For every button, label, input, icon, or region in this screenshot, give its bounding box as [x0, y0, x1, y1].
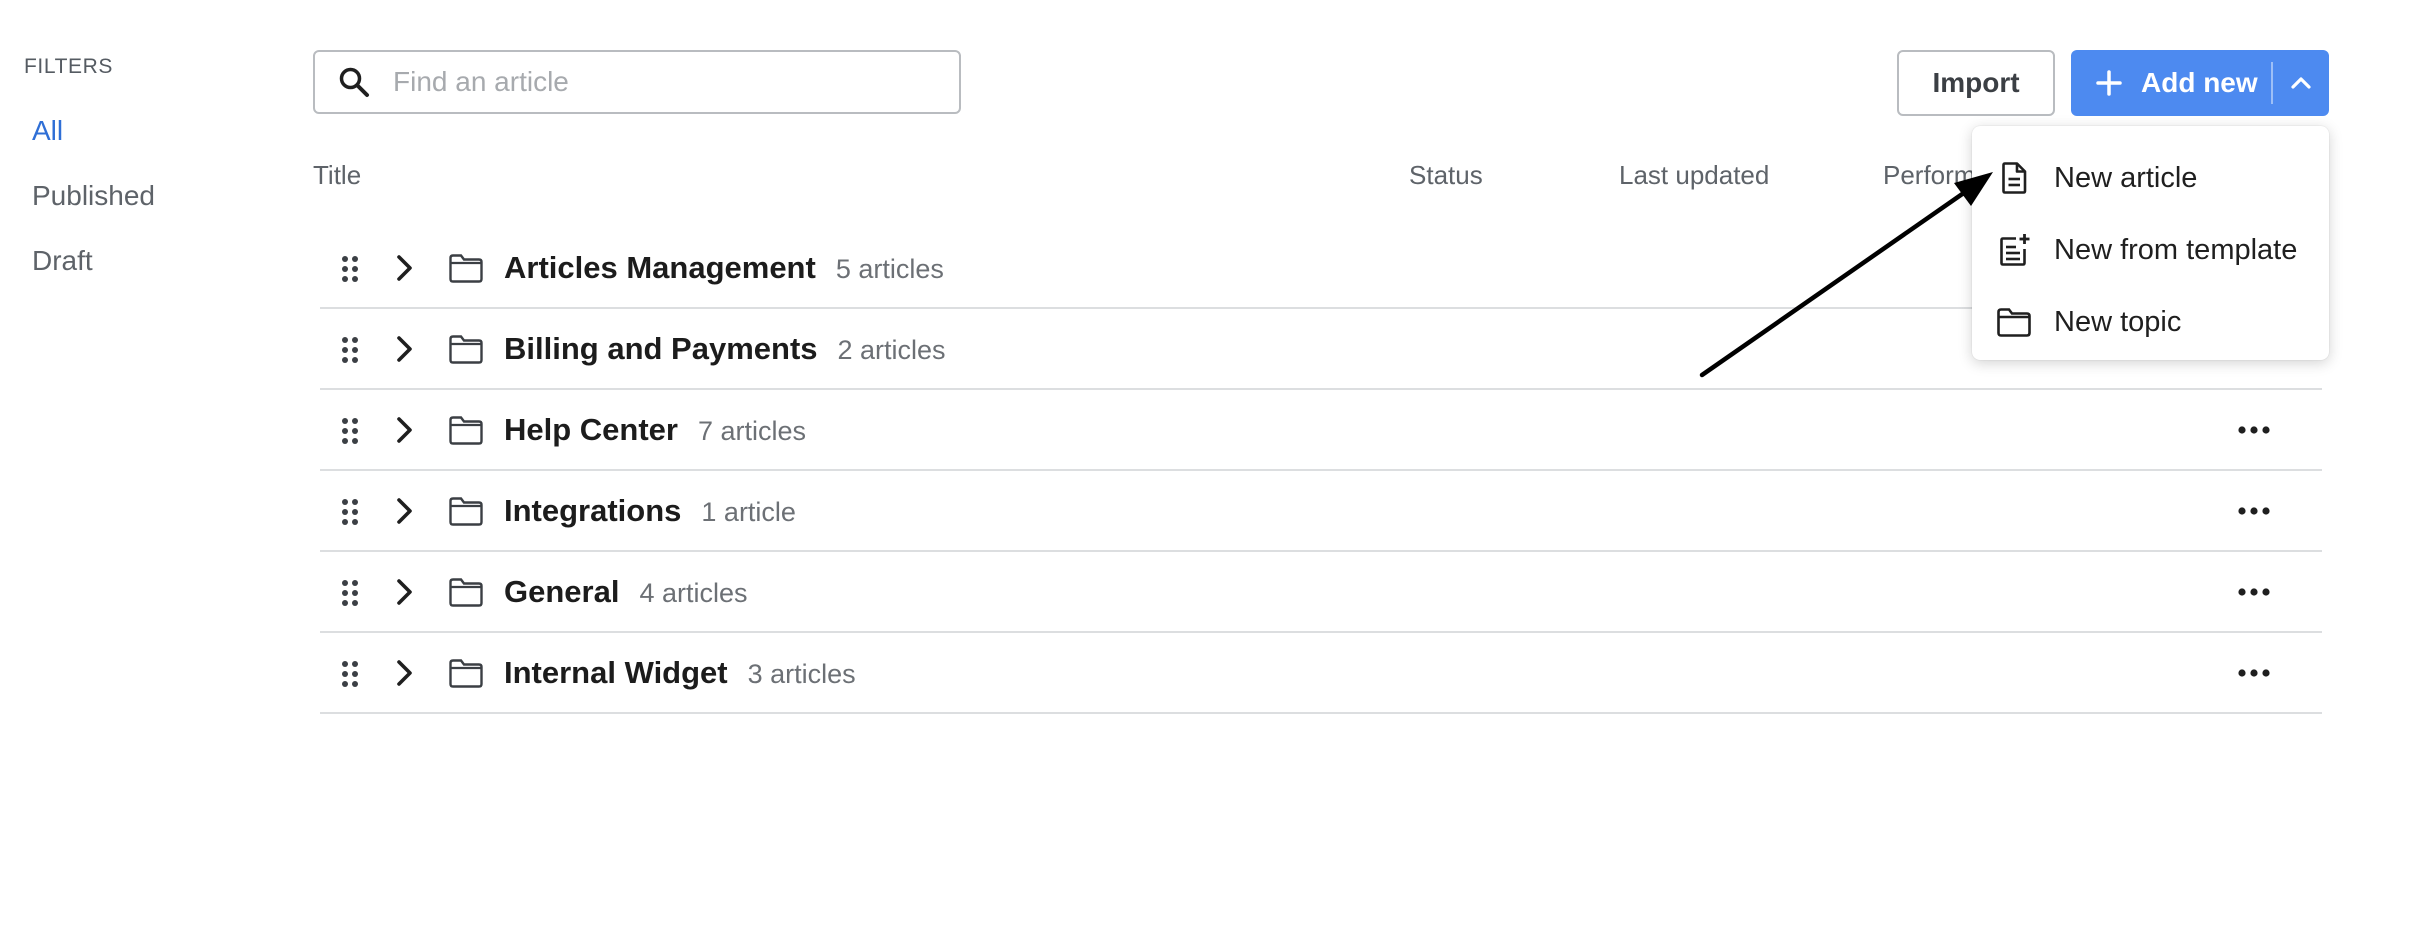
document-icon [2002, 162, 2027, 194]
add-new-button: Add new [2071, 50, 2329, 116]
folder-icon [449, 416, 483, 445]
menu-item-label: New article [2054, 161, 2198, 194]
topic-name: Internal Widget [504, 655, 728, 690]
chevron-right-icon[interactable] [388, 331, 422, 367]
row-title[interactable]: Articles Management 5 articles [504, 250, 944, 286]
filters-heading: FILTERS [24, 55, 113, 78]
add-new-dropdown-toggle[interactable] [2273, 50, 2329, 116]
drag-handle-icon[interactable] [340, 254, 360, 284]
table-row[interactable]: General 4 articles [320, 552, 2322, 633]
filter-draft[interactable]: Draft [32, 245, 93, 277]
chevron-right-icon[interactable] [388, 574, 422, 610]
add-new-dropdown-menu: New article New from template New topic [1972, 126, 2329, 360]
topic-name: Help Center [504, 412, 678, 447]
row-title[interactable]: Internal Widget 3 articles [504, 655, 856, 691]
row-title[interactable]: General 4 articles [504, 574, 748, 610]
column-header-title[interactable]: Title [313, 160, 361, 191]
column-header-status[interactable]: Status [1409, 160, 1483, 191]
folder-icon [449, 254, 483, 283]
table-row[interactable]: Internal Widget 3 articles [320, 633, 2322, 714]
topic-name: Billing and Payments [504, 331, 818, 366]
column-header-last-updated[interactable]: Last updated [1619, 160, 1769, 191]
add-new-label: Add new [2141, 67, 2258, 98]
topic-name: Articles Management [504, 250, 816, 285]
drag-handle-icon[interactable] [340, 497, 360, 527]
folder-icon [449, 659, 483, 688]
article-count: 5 articles [835, 254, 944, 284]
drag-handle-icon[interactable] [340, 335, 360, 365]
search-input[interactable] [393, 66, 933, 98]
drag-handle-icon[interactable] [340, 578, 360, 608]
chevron-right-icon[interactable] [388, 412, 422, 448]
app-root: FILTERS All Published Draft Import Add n… [0, 0, 2432, 930]
menu-item-label: New topic [2054, 305, 2182, 338]
row-title[interactable]: Integrations 1 article [504, 493, 796, 529]
chevron-right-icon[interactable] [388, 250, 422, 286]
folder-icon [449, 578, 483, 607]
drag-handle-icon[interactable] [340, 416, 360, 446]
filter-published[interactable]: Published [32, 180, 155, 212]
table-row[interactable]: Integrations 1 article [320, 471, 2322, 552]
add-new-main-button[interactable]: Add new [2071, 50, 2271, 116]
folder-icon [449, 335, 483, 364]
menu-item-new-article[interactable]: New article [1972, 142, 2329, 214]
row-title[interactable]: Billing and Payments 2 articles [504, 331, 946, 367]
chevron-right-icon[interactable] [388, 493, 422, 529]
menu-item-new-from-template[interactable]: New from template [1972, 214, 2329, 286]
table-row[interactable]: Help Center 7 articles [320, 390, 2322, 471]
topic-name: General [504, 574, 620, 609]
more-options-icon[interactable] [2234, 501, 2274, 521]
chevron-right-icon[interactable] [388, 655, 422, 691]
folder-icon [449, 497, 483, 526]
search-box [313, 50, 961, 114]
menu-item-new-topic[interactable]: New topic [1972, 286, 2329, 358]
article-count: 1 article [701, 497, 796, 527]
article-count: 2 articles [837, 335, 946, 365]
filter-all[interactable]: All [32, 115, 63, 147]
article-count: 7 articles [697, 416, 807, 446]
template-icon [2000, 234, 2030, 266]
row-title[interactable]: Help Center 7 articles [504, 412, 806, 448]
plus-icon [2096, 70, 2122, 96]
more-options-icon[interactable] [2234, 582, 2274, 602]
topic-name: Integrations [504, 493, 682, 528]
search-icon [339, 67, 369, 97]
import-button[interactable]: Import [1897, 50, 2055, 116]
article-count: 3 articles [747, 659, 856, 689]
drag-handle-icon[interactable] [340, 659, 360, 689]
more-options-icon[interactable] [2234, 663, 2274, 683]
column-header-performance[interactable]: Perform [1883, 160, 1975, 191]
more-options-icon[interactable] [2234, 420, 2274, 440]
article-count: 4 articles [639, 578, 748, 608]
folder-icon [1997, 308, 2031, 337]
menu-item-label: New from template [2054, 233, 2298, 266]
chevron-up-icon [2291, 77, 2311, 89]
